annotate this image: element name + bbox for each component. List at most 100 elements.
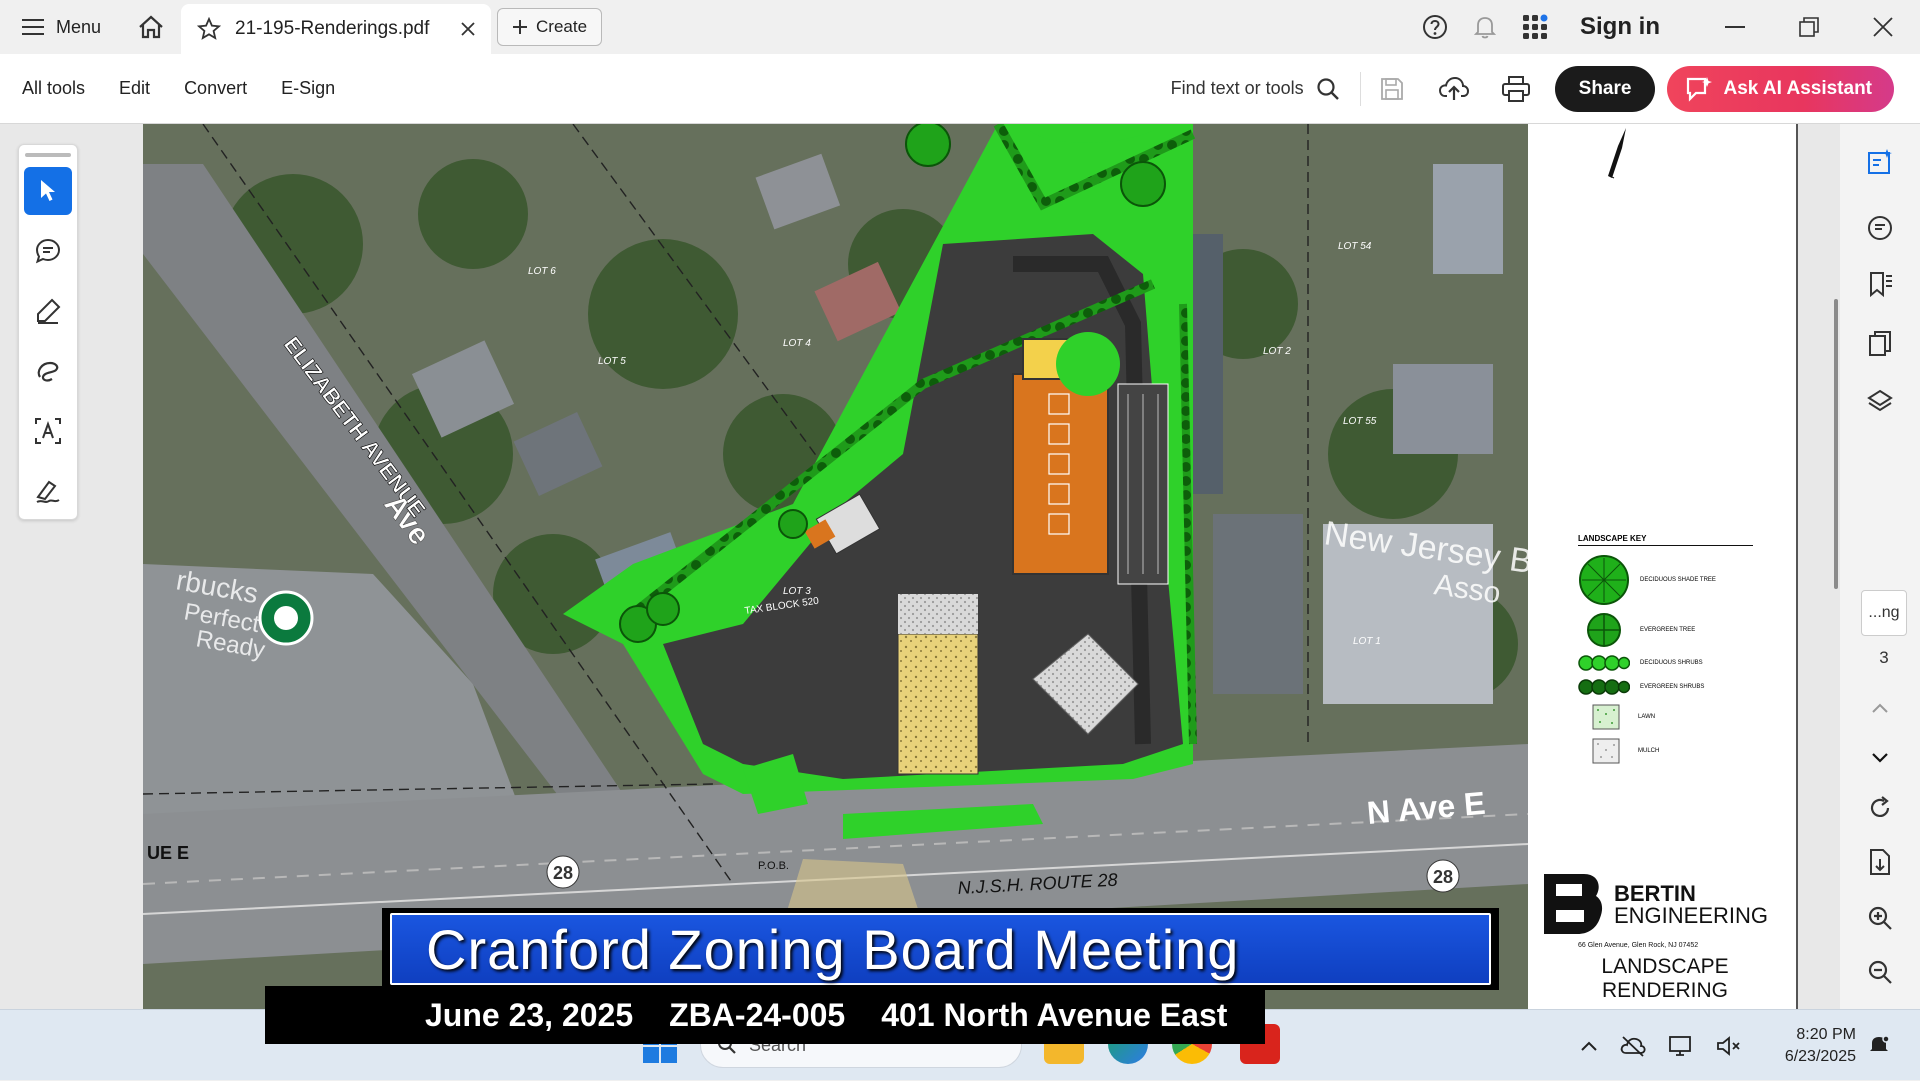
- page-number-input[interactable]: ...ng: [1861, 590, 1907, 636]
- pages-panel-button[interactable]: [1860, 324, 1900, 364]
- north-arrow-icon: [1608, 128, 1626, 179]
- document-workspace: ELIZABETH AVENUE Ave N Ave E N.J.S.H. RO…: [0, 124, 1920, 1009]
- comment-tool[interactable]: [24, 227, 72, 275]
- edit-pdf-panel-button[interactable]: [1860, 142, 1900, 182]
- firm-name-line1: BERTIN: [1614, 881, 1696, 906]
- cloud-offline-icon[interactable]: [1620, 1035, 1646, 1057]
- vertical-scrollbar[interactable]: [1834, 299, 1838, 589]
- layers-panel-button[interactable]: [1860, 382, 1900, 422]
- lot-label-54: LOT 54: [1338, 241, 1372, 252]
- route-shield-label: 28: [553, 863, 573, 883]
- help-icon: [1423, 15, 1447, 39]
- comments-icon: [1868, 216, 1892, 240]
- meeting-address: 401 North Avenue East: [881, 996, 1228, 1033]
- edit-panel-icon: [1868, 149, 1892, 174]
- document-tab[interactable]: 21-195-Renderings.pdf: [181, 4, 492, 54]
- cloud-upload-icon: [1438, 76, 1469, 100]
- legend-row-lawn: LAWN: [1578, 704, 1753, 730]
- clock-date: 6/23/2025: [1784, 1048, 1856, 1065]
- apps-button[interactable]: [1510, 0, 1560, 54]
- printer-icon: [1501, 75, 1530, 102]
- sign-tool[interactable]: [24, 467, 72, 515]
- deciduous-shrubs-icon: [1578, 655, 1630, 671]
- ask-ai-assistant-button[interactable]: Ask AI Assistant: [1667, 65, 1894, 112]
- signature-icon: [36, 480, 60, 503]
- chevron-up-icon[interactable]: [1580, 1040, 1598, 1052]
- restore-button[interactable]: [1772, 0, 1846, 54]
- meeting-details-banner: June 23, 2025 ZBA-24-005 401 North Avenu…: [265, 986, 1265, 1044]
- text-box-icon: [35, 418, 61, 444]
- starbucks-logo-icon: [258, 590, 314, 646]
- share-button[interactable]: Share: [1554, 65, 1656, 112]
- pob-label: P.O.B.: [758, 860, 789, 872]
- next-page-button[interactable]: [1860, 738, 1900, 778]
- chevron-up-icon: [1872, 703, 1888, 713]
- comment-icon: [35, 238, 61, 264]
- evergreen-tree-icon: [1587, 613, 1621, 647]
- network-icon[interactable]: [1668, 1034, 1694, 1058]
- help-button[interactable]: [1410, 0, 1460, 54]
- find-label: Find text or tools: [1170, 78, 1304, 98]
- text-recognition-tool[interactable]: [24, 407, 72, 455]
- page-extract-button[interactable]: [1860, 842, 1900, 882]
- lot-label-4: LOT 4: [783, 338, 811, 349]
- speaker-muted-icon[interactable]: [1716, 1035, 1742, 1057]
- create-label: Create: [536, 17, 588, 36]
- home-button[interactable]: [121, 0, 181, 54]
- close-icon: [1873, 17, 1893, 37]
- menu-button[interactable]: Menu: [0, 0, 121, 54]
- search-icon: [1317, 77, 1339, 100]
- minimize-button[interactable]: [1698, 0, 1772, 54]
- ai-chat-icon: [1687, 76, 1713, 102]
- comments-panel-button[interactable]: [1860, 208, 1900, 248]
- rotate-button[interactable]: [1860, 788, 1900, 828]
- zoom-out-button[interactable]: [1860, 952, 1900, 992]
- upload-button[interactable]: [1423, 54, 1485, 124]
- legend-row-evergreen-tree: EVERGREEN TREE: [1578, 612, 1753, 648]
- title-bar: Menu 21-195-Renderings.pdf Create Sign i…: [0, 0, 1920, 54]
- meeting-title-banner: Cranford Zoning Board Meeting: [382, 908, 1499, 990]
- edit-menu[interactable]: Edit: [102, 78, 167, 99]
- draw-tool[interactable]: [24, 347, 72, 395]
- pdf-page[interactable]: ELIZABETH AVENUE Ave N Ave E N.J.S.H. RO…: [143, 124, 1798, 1009]
- main-toolbar: All tools Edit Convert E-Sign Find text …: [0, 54, 1920, 124]
- layers-icon: [1867, 389, 1893, 412]
- bookmark-icon: [1870, 272, 1892, 298]
- sheet-title-line1: LANDSCAPE: [1601, 955, 1729, 978]
- star-icon[interactable]: [197, 17, 222, 41]
- all-tools-menu[interactable]: All tools: [0, 78, 102, 99]
- select-tool[interactable]: [24, 167, 72, 215]
- bookmarks-panel-button[interactable]: [1860, 264, 1900, 304]
- notification-center-icon[interactable]: [1868, 1034, 1890, 1056]
- taskbar-clock[interactable]: 8:20 PM 6/23/2025: [1766, 1024, 1856, 1068]
- mulch-swatch-icon: [1592, 738, 1620, 764]
- notifications-button[interactable]: [1460, 0, 1510, 54]
- legend-row-deciduous-tree: DECIDUOUS SHADE TREE: [1578, 554, 1753, 606]
- zoom-in-button[interactable]: [1860, 898, 1900, 938]
- save-button[interactable]: [1361, 54, 1423, 124]
- esign-menu[interactable]: E-Sign: [264, 78, 352, 99]
- evergreen-shrubs-icon: [1578, 679, 1630, 695]
- panel-grip[interactable]: [25, 153, 71, 157]
- legend-label-deciduous-shrubs: DECIDUOUS SHRUBS: [1640, 660, 1703, 666]
- legend-label-mulch: MULCH: [1638, 748, 1660, 754]
- convert-menu[interactable]: Convert: [167, 78, 264, 99]
- sign-in-button[interactable]: Sign in: [1560, 13, 1698, 41]
- close-window-button[interactable]: [1846, 0, 1920, 54]
- print-button[interactable]: [1485, 54, 1547, 124]
- page-total: 3: [1879, 648, 1889, 667]
- highlight-tool[interactable]: [24, 287, 72, 335]
- zoom-in-icon: [1868, 906, 1892, 930]
- legend-label-deciduous-tree: DECIDUOUS SHADE TREE: [1640, 577, 1716, 583]
- hamburger-icon: [22, 19, 44, 35]
- legend-row-mulch: MULCH: [1578, 738, 1753, 764]
- restore-icon: [1799, 17, 1819, 37]
- create-button[interactable]: Create: [497, 8, 603, 46]
- firm-block: BERTIN ENGINEERING 66 Glen Avenue, Glen …: [1540, 872, 1790, 1003]
- previous-page-button[interactable]: [1860, 688, 1900, 728]
- mulch-patio: [897, 633, 979, 775]
- cursor-icon: [41, 180, 55, 201]
- close-tab-icon[interactable]: [461, 22, 475, 36]
- find-tools-search[interactable]: Find text or tools: [1170, 71, 1361, 106]
- minimize-icon: [1725, 26, 1745, 28]
